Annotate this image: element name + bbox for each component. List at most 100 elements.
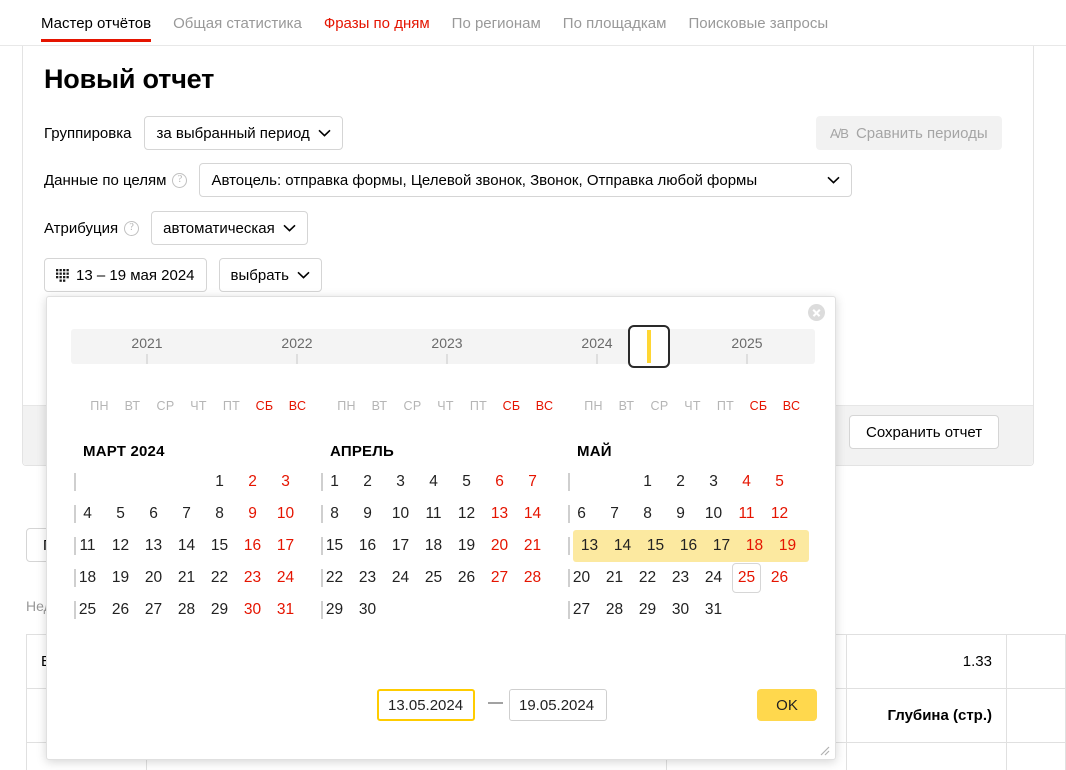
timeline-year-2021[interactable]: 2021 [131,335,162,351]
day-cell[interactable]: 24 [697,563,730,593]
resize-handle[interactable] [818,743,830,756]
day-cell[interactable]: 28 [516,563,549,593]
day-cell[interactable]: 30 [664,595,697,625]
date-to-input[interactable] [509,689,607,721]
tab-2[interactable]: Фразы по дням [324,14,430,42]
day-cell[interactable]: 17 [705,531,738,561]
day-cell[interactable]: 3 [697,467,730,497]
day-cell[interactable]: 8 [203,499,236,529]
day-cell[interactable]: 14 [170,531,203,561]
day-cell[interactable]: 1 [203,467,236,497]
day-cell[interactable]: 4 [71,499,104,529]
day-cell[interactable]: 17 [269,531,302,561]
goals-select[interactable]: Автоцель: отправка формы, Целевой звонок… [199,163,853,197]
day-cell[interactable]: 28 [598,595,631,625]
week-row[interactable]: 27 28 29 30 31 [565,594,809,626]
day-cell[interactable]: 22 [203,563,236,593]
week-row[interactable]: 11 12 13 14 15 16 17 [71,530,315,562]
day-cell[interactable]: 10 [384,499,417,529]
save-report-button[interactable]: Сохранить отчет [849,415,1000,449]
day-cell[interactable]: 30 [236,595,269,625]
day-cell[interactable]: 8 [318,499,351,529]
day-cell[interactable]: 20 [565,563,598,593]
day-cell[interactable]: 26 [450,563,483,593]
day-cell[interactable]: 25 [417,563,450,593]
day-cell[interactable]: 10 [269,499,302,529]
week-row[interactable]: 1 2 3 4 5 [565,466,809,498]
day-cell[interactable]: 16 [351,531,384,561]
day-cell[interactable]: 5 [450,467,483,497]
day-cell[interactable]: 14 [516,499,549,529]
day-cell[interactable]: 9 [236,499,269,529]
day-cell[interactable]: 29 [203,595,236,625]
day-cell[interactable]: 19 [450,531,483,561]
day-cell[interactable]: 23 [236,563,269,593]
day-cell[interactable]: 27 [565,595,598,625]
day-cell[interactable]: 21 [170,563,203,593]
day-cell[interactable]: 13 [483,499,516,529]
week-row[interactable]: 29 30 [318,594,562,626]
day-cell[interactable]: 12 [104,531,137,561]
day-cell[interactable]: 3 [269,467,302,497]
day-cell[interactable]: 11 [71,531,104,561]
day-cell[interactable]: 7 [516,467,549,497]
day-cell[interactable]: 24 [384,563,417,593]
day-cell[interactable]: 21 [598,563,631,593]
day-cell[interactable]: 29 [318,595,351,625]
week-row[interactable]: 20 21 22 23 24 25 26 [565,562,809,594]
day-cell[interactable]: 15 [203,531,236,561]
choose-select[interactable]: выбрать [218,258,322,292]
week-row[interactable]: 22 23 24 25 26 27 28 [318,562,562,594]
day-cell[interactable]: 1 [631,467,664,497]
day-cell[interactable]: 5 [104,499,137,529]
week-row[interactable]: 13 14 15 16 17 18 19 [568,530,809,562]
day-cell[interactable]: 15 [318,531,351,561]
week-row[interactable]: 1 2 3 4 5 6 7 [318,466,562,498]
day-cell[interactable]: 26 [763,563,796,593]
day-cell[interactable]: 16 [236,531,269,561]
week-marker[interactable] [568,537,570,555]
week-row[interactable]: 6 7 8 9 10 11 12 [565,498,809,530]
week-row[interactable]: 4 5 6 7 8 9 10 [71,498,315,530]
day-cell[interactable]: 22 [631,563,664,593]
day-cell[interactable]: 23 [664,563,697,593]
timeline-year-2024[interactable]: 2024 [581,335,612,351]
day-cell[interactable]: 28 [170,595,203,625]
tab-4[interactable]: По площадкам [563,14,667,42]
day-cell[interactable]: 20 [137,563,170,593]
day-cell[interactable]: 6 [483,467,516,497]
day-cell[interactable]: 13 [573,531,606,561]
day-cell[interactable]: 19 [771,531,804,561]
day-cell[interactable]: 6 [137,499,170,529]
close-icon[interactable] [808,304,825,321]
day-cell[interactable]: 5 [763,467,796,497]
day-cell[interactable]: 16 [672,531,705,561]
day-cell[interactable]: 24 [269,563,302,593]
day-cell[interactable]: 9 [351,499,384,529]
day-cell[interactable]: 18 [738,531,771,561]
day-cell[interactable]: 12 [450,499,483,529]
week-row[interactable]: 25 26 27 28 29 30 31 [71,594,315,626]
week-row[interactable]: 8 9 10 11 12 13 14 [318,498,562,530]
year-timeline[interactable]: 2021 2022 2023 2024 2025 [71,325,815,368]
day-cell[interactable]: 2 [351,467,384,497]
tab-5[interactable]: Поисковые запросы [688,14,828,42]
day-cell[interactable]: 30 [351,595,384,625]
day-cell[interactable]: 8 [631,499,664,529]
day-cell[interactable]: 31 [697,595,730,625]
day-cell[interactable]: 22 [318,563,351,593]
day-cell[interactable]: 2 [236,467,269,497]
day-cell[interactable]: 13 [137,531,170,561]
day-cell[interactable]: 1 [318,467,351,497]
day-cell[interactable]: 11 [730,499,763,529]
day-cell[interactable]: 27 [483,563,516,593]
day-cell[interactable]: 31 [269,595,302,625]
day-cell[interactable]: 7 [170,499,203,529]
day-cell[interactable]: 4 [417,467,450,497]
day-cell[interactable]: 4 [730,467,763,497]
day-cell[interactable]: 15 [639,531,672,561]
timeline-range-handle[interactable] [628,325,670,368]
day-cell[interactable]: 14 [606,531,639,561]
day-cell[interactable]: 12 [763,499,796,529]
week-row[interactable]: 15 16 17 18 19 20 21 [318,530,562,562]
